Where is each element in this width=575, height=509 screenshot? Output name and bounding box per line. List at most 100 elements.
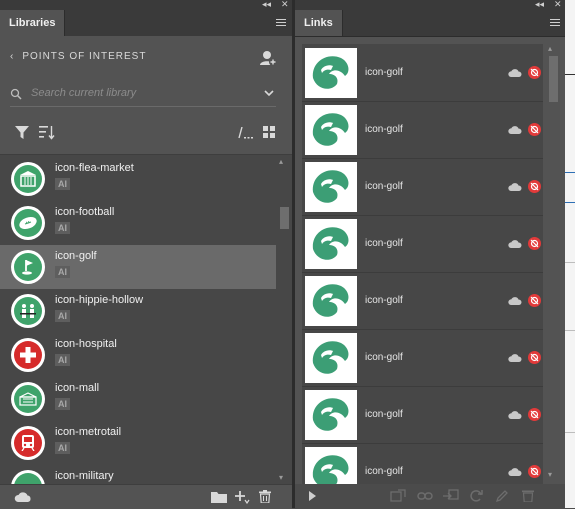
list-item[interactable]: icon-military — [0, 465, 276, 485]
list-item[interactable]: icon-football AI — [0, 201, 276, 245]
item-name: icon-mall — [55, 382, 100, 394]
scroll-down-icon[interactable]: ▾ — [548, 470, 552, 479]
links-footer — [295, 484, 565, 508]
filter-icon[interactable] — [15, 126, 29, 139]
link-row[interactable]: icon-golf — [302, 272, 543, 330]
list-item[interactable]: icon-metrotail AI — [0, 421, 276, 465]
tab-links[interactable]: Links — [295, 10, 343, 36]
panel-menu-icon[interactable] — [276, 19, 286, 27]
list-item[interactable]: icon-hippie-hollow AI — [0, 289, 276, 333]
link-name: icon-golf — [365, 352, 403, 363]
cloud-icon — [508, 183, 522, 191]
item-type-badge: AI — [55, 178, 70, 190]
golf-swoosh-icon — [312, 56, 349, 89]
libraries-footer — [0, 484, 292, 509]
background-document-sliver — [565, 0, 575, 508]
scrollbar-thumb[interactable] — [549, 56, 558, 102]
missing-link-icon[interactable] — [528, 465, 541, 478]
scroll-up-icon[interactable]: ▴ — [279, 157, 283, 166]
sort-icon[interactable] — [39, 125, 55, 140]
item-name: icon-hospital — [55, 338, 117, 350]
close-panel-icon[interactable]: ✕ — [554, 0, 562, 10]
chevron-down-icon[interactable] — [264, 89, 274, 97]
library-scrollbar[interactable]: ▴ ▾ — [278, 155, 290, 485]
background-line — [565, 74, 575, 75]
link-name: icon-golf — [365, 181, 403, 192]
link-thumbnail — [305, 276, 357, 326]
trash-icon[interactable] — [259, 490, 271, 503]
relink-cc-libraries-icon — [390, 489, 406, 502]
library-item-list: icon-flea-market AI icon-football AI ico… — [0, 154, 292, 485]
item-name: icon-football — [55, 206, 115, 218]
list-item-selected[interactable]: icon-golf AI — [0, 245, 276, 289]
list-item[interactable]: icon-hospital AI — [0, 333, 276, 377]
search-input[interactable]: Search current library — [31, 87, 136, 99]
golf-swoosh-icon — [312, 227, 349, 260]
collapse-panel-icon[interactable]: ◂◂ — [262, 0, 271, 10]
grid-view-icon[interactable] — [263, 126, 275, 138]
item-type-badge: AI — [55, 310, 70, 322]
link-row[interactable]: icon-golf — [302, 101, 543, 159]
scroll-down-icon[interactable]: ▾ — [279, 473, 283, 482]
missing-link-icon[interactable] — [528, 294, 541, 307]
folder-icon[interactable] — [211, 491, 227, 503]
missing-link-icon[interactable] — [528, 351, 541, 364]
golf-swoosh-icon — [312, 113, 349, 146]
cloud-icon — [508, 354, 522, 362]
link-row[interactable]: icon-golf — [302, 329, 543, 387]
link-name: icon-golf — [365, 295, 403, 306]
missing-link-icon[interactable] — [528, 66, 541, 79]
missing-link-icon[interactable] — [528, 237, 541, 250]
item-thumbnail — [11, 382, 45, 416]
relink-icon — [417, 492, 433, 500]
link-name: icon-golf — [365, 409, 403, 420]
chevron-left-icon[interactable]: ‹ — [10, 51, 14, 62]
link-row[interactable]: icon-golf — [302, 386, 543, 444]
links-scrollbar[interactable]: ▴ ▾ — [547, 44, 559, 484]
go-to-link-icon — [443, 489, 459, 500]
link-row[interactable]: icon-golf — [302, 44, 543, 102]
cloud-sync-icon[interactable] — [14, 491, 32, 503]
background-line — [565, 432, 575, 433]
list-view-icon[interactable] — [238, 127, 254, 139]
mall-icon — [14, 385, 42, 413]
tab-libraries[interactable]: Libraries — [0, 10, 66, 36]
football-icon — [14, 209, 42, 237]
list-item[interactable]: icon-flea-market AI — [0, 157, 276, 201]
hospital-cross-icon — [14, 341, 42, 369]
libraries-header: ‹ POINTS OF INTEREST Search current libra… — [0, 36, 292, 154]
item-thumbnail — [11, 470, 45, 485]
item-type-badge: AI — [55, 354, 70, 366]
background-line — [565, 202, 575, 203]
add-element-icon[interactable] — [234, 490, 250, 504]
item-type-badge: AI — [55, 222, 70, 234]
link-thumbnail — [305, 447, 357, 484]
scroll-up-icon[interactable]: ▴ — [548, 44, 552, 53]
close-panel-icon[interactable]: ✕ — [281, 0, 289, 10]
golf-swoosh-icon — [312, 341, 349, 374]
list-item[interactable]: icon-mall AI — [0, 377, 276, 421]
scrollbar-thumb[interactable] — [280, 207, 289, 229]
missing-link-icon[interactable] — [528, 180, 541, 193]
collapse-panel-icon[interactable]: ◂◂ — [535, 0, 544, 10]
add-user-icon[interactable] — [259, 49, 277, 67]
missing-link-icon[interactable] — [528, 123, 541, 136]
link-row[interactable]: icon-golf — [302, 215, 543, 273]
link-name: icon-golf — [365, 67, 403, 78]
library-toolbar — [0, 124, 292, 144]
link-row[interactable]: icon-golf — [302, 158, 543, 216]
background-line — [565, 262, 575, 263]
missing-link-icon[interactable] — [528, 408, 541, 421]
link-row[interactable]: icon-golf — [302, 443, 543, 484]
item-type-badge: AI — [55, 266, 70, 278]
libraries-panel: ◂◂ ✕ Libraries ‹ POINTS OF INTEREST Searc… — [0, 0, 292, 509]
breadcrumb[interactable]: ‹ POINTS OF INTEREST — [10, 51, 146, 62]
item-thumbnail — [11, 426, 45, 460]
panel-menu-icon[interactable] — [550, 19, 560, 27]
library-search[interactable]: Search current library — [10, 84, 276, 107]
link-thumbnail — [305, 48, 357, 98]
expand-triangle-icon[interactable] — [309, 491, 317, 501]
link-name: icon-golf — [365, 238, 403, 249]
link-name: icon-golf — [365, 124, 403, 135]
link-thumbnail — [305, 219, 357, 269]
